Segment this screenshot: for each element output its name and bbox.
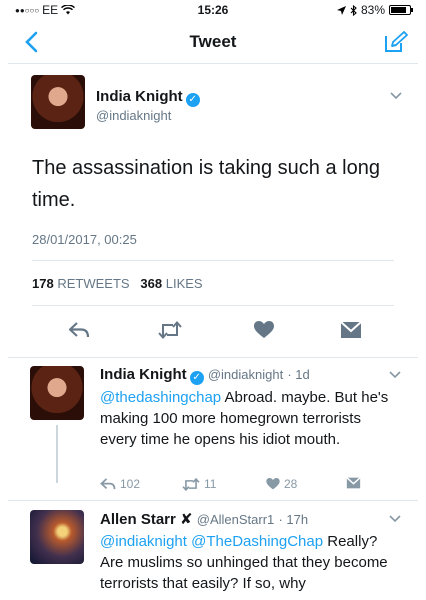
- retweet-count: 11: [204, 477, 217, 491]
- retweets-stat[interactable]: 178 RETWEETS: [32, 276, 130, 291]
- like-count: 28: [284, 477, 298, 491]
- direct-message-icon[interactable]: [340, 321, 362, 339]
- mention-link[interactable]: @indiaknight @TheDashingChap: [100, 533, 323, 550]
- author-name[interactable]: India Knight: [100, 366, 187, 383]
- direct-message-icon: [346, 477, 361, 489]
- author-name: India Knight: [96, 88, 183, 105]
- tweet-actions: [8, 314, 418, 344]
- author-name[interactable]: Allen Starr: [100, 511, 176, 528]
- tweet-timestamp: 28/01/2017, 00:25: [32, 232, 137, 247]
- thread-connector: [56, 425, 58, 483]
- avatar[interactable]: [31, 75, 85, 129]
- tweet-detail-screen: ●●○○○ EE 15:26 83% Tweet India Knight ✓ …: [8, 0, 418, 600]
- status-bar: ●●○○○ EE 15:26 83%: [8, 0, 418, 20]
- author-name-row[interactable]: India Knight ✓: [96, 88, 200, 107]
- author-handle[interactable]: @indiaknight: [96, 108, 171, 123]
- avatar[interactable]: [30, 366, 84, 420]
- reply-icon: [100, 478, 116, 490]
- retweet-button[interactable]: 11: [182, 477, 216, 491]
- retweet-icon[interactable]: [158, 321, 182, 339]
- reply-text: @indiaknight @TheDashingChap Really? Are…: [100, 533, 388, 592]
- reply-icon[interactable]: [68, 322, 90, 338]
- verified-badge-icon: ✓: [189, 371, 204, 385]
- tweet-age: · 17h: [278, 512, 309, 527]
- reply-header: Allen Starr ✘ @AllenStarr1 · 17h: [100, 510, 308, 528]
- tweet-age: · 1d: [287, 367, 310, 382]
- retweet-icon: [182, 477, 200, 491]
- reply-actions: 102 11 28: [100, 477, 380, 495]
- name-suffix: ✘: [180, 511, 193, 528]
- like-heart-icon[interactable]: [254, 321, 274, 339]
- location-arrow-icon: [336, 5, 346, 15]
- avatar[interactable]: [30, 510, 84, 564]
- engagement-stats: 178 RETWEETS 368 LIKES: [32, 276, 203, 291]
- author-handle[interactable]: @AllenStarr1: [197, 512, 275, 527]
- battery-percent: 83%: [360, 3, 385, 17]
- divider: [32, 260, 394, 261]
- author-handle[interactable]: @indiaknight: [208, 367, 283, 382]
- reply-button[interactable]: 102: [100, 477, 140, 491]
- tweet-text: The assassination is taking such a long …: [32, 157, 380, 211]
- chevron-down-icon[interactable]: [389, 515, 401, 523]
- reply-header: India Knight ✓ @indiaknight · 1d: [100, 366, 310, 385]
- mention-link[interactable]: @thedashingchap: [100, 389, 221, 406]
- divider: [32, 305, 394, 306]
- chevron-down-icon[interactable]: [389, 371, 401, 379]
- battery-icon: [389, 5, 413, 15]
- status-right: 83%: [336, 3, 413, 17]
- likes-stat[interactable]: 368 LIKES: [140, 276, 202, 291]
- nav-bar: Tweet: [8, 20, 418, 64]
- reply-text: @thedashingchap Abroad. maybe. But he's …: [100, 389, 389, 448]
- reply-count: 102: [120, 477, 141, 491]
- divider: [8, 357, 418, 358]
- bluetooth-icon: [350, 4, 357, 16]
- compose-tweet-icon[interactable]: [384, 31, 408, 53]
- page-title: Tweet: [189, 32, 237, 51]
- direct-message-button[interactable]: [346, 477, 361, 489]
- like-heart-icon: [266, 478, 280, 490]
- chevron-down-icon[interactable]: [390, 92, 402, 100]
- verified-badge-icon: ✓: [185, 93, 200, 107]
- like-button[interactable]: 28: [266, 477, 297, 491]
- divider: [8, 500, 418, 501]
